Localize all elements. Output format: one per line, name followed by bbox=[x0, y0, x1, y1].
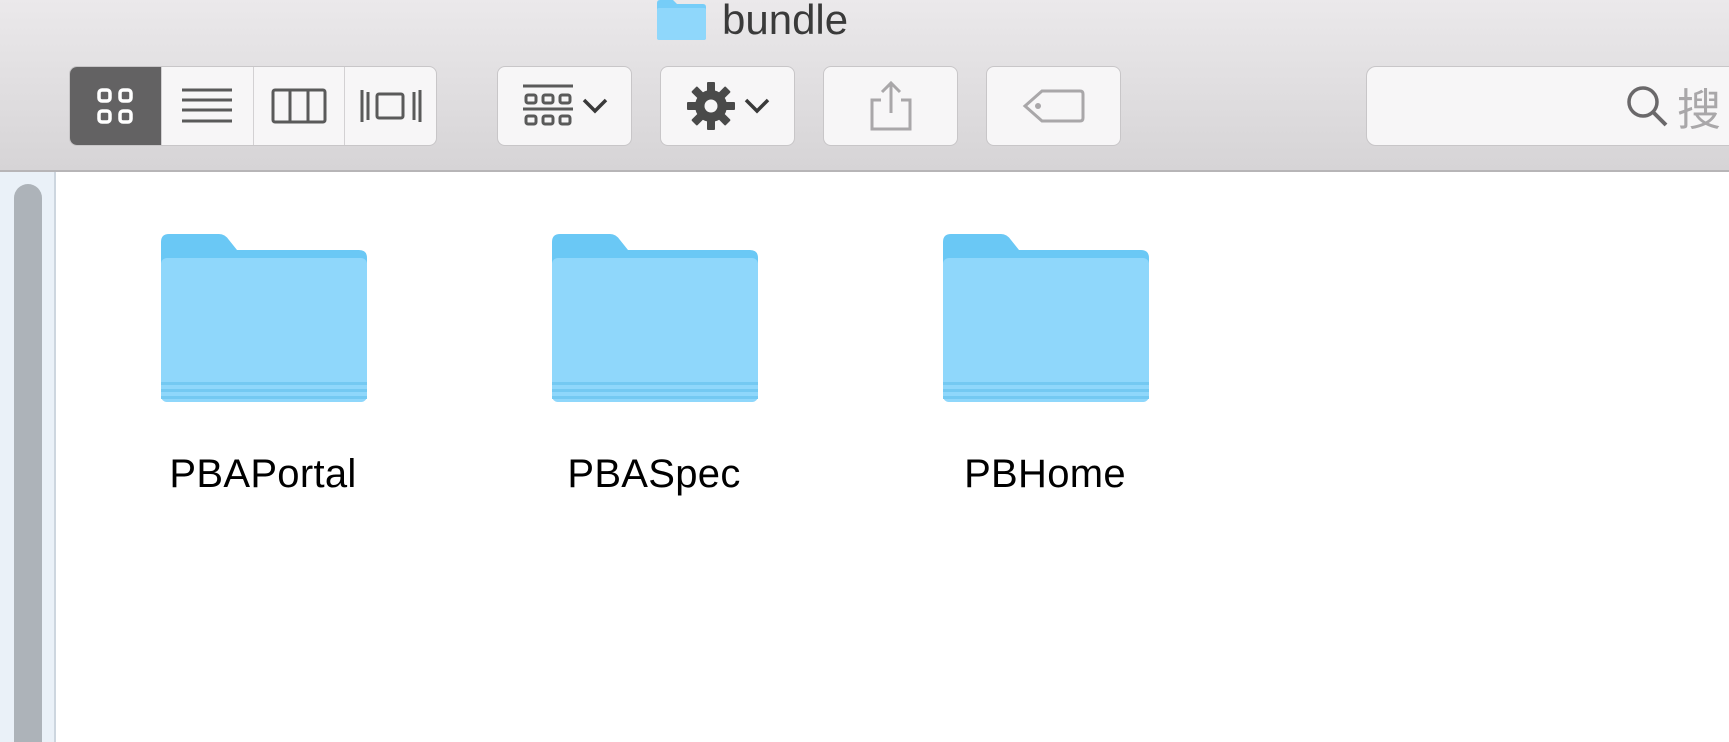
sidebar bbox=[0, 172, 56, 742]
chevron-down-icon bbox=[582, 98, 607, 114]
column-view-button[interactable] bbox=[254, 67, 346, 145]
window-title-text: bundle bbox=[722, 0, 849, 43]
view-mode-control bbox=[69, 66, 437, 146]
list-icon bbox=[182, 88, 233, 123]
action-button[interactable] bbox=[660, 66, 795, 146]
folder-icon bbox=[657, 0, 706, 40]
group-icon bbox=[522, 84, 573, 126]
scrollbar-thumb[interactable] bbox=[14, 184, 42, 742]
folder-name: PBHome bbox=[964, 452, 1126, 496]
list-view-button[interactable] bbox=[162, 67, 254, 145]
tag-icon bbox=[1022, 89, 1084, 123]
folder-name: PBAPortal bbox=[169, 452, 357, 496]
columns-icon bbox=[271, 88, 327, 124]
cover-flow-icon bbox=[360, 90, 422, 122]
share-icon bbox=[870, 80, 911, 131]
window-title: bundle bbox=[655, 0, 848, 46]
search-placeholder: 搜 bbox=[1677, 86, 1721, 135]
share-button[interactable] bbox=[823, 66, 958, 146]
folder-icon bbox=[161, 234, 367, 402]
folder-item[interactable]: PBAPortal bbox=[133, 232, 393, 497]
tag-button[interactable] bbox=[986, 66, 1121, 146]
icon-view-button[interactable] bbox=[70, 67, 162, 145]
toolbar: bundle 搜 bbox=[0, 0, 1729, 172]
folder-name: PBASpec bbox=[567, 452, 741, 496]
search-icon bbox=[1627, 86, 1668, 127]
folder-icon bbox=[552, 234, 758, 402]
cover-flow-view-button[interactable] bbox=[345, 67, 436, 145]
grid-icon bbox=[97, 88, 134, 124]
gear-icon bbox=[686, 82, 735, 130]
folder-item[interactable]: PBHome bbox=[915, 232, 1175, 497]
arrange-button[interactable] bbox=[497, 66, 632, 146]
chevron-down-icon bbox=[744, 98, 769, 114]
search-field[interactable]: 搜 bbox=[1366, 66, 1729, 146]
folder-item[interactable]: PBASpec bbox=[524, 232, 784, 497]
folder-icon bbox=[943, 234, 1149, 402]
